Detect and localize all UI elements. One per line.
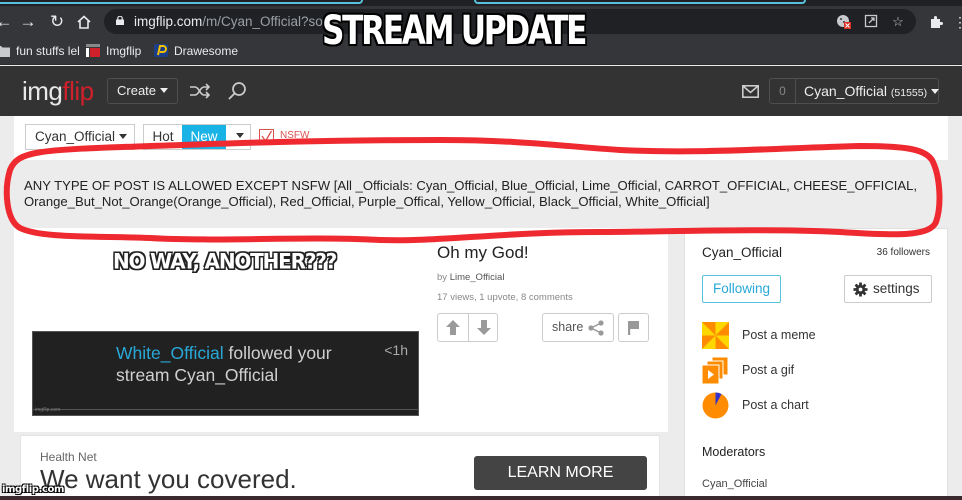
sort-new-button[interactable]: New — [182, 125, 226, 149]
gear-icon — [853, 282, 868, 297]
ad-headline: We want you covered. — [40, 464, 297, 494]
screenshot: ← → ↻ imgflip.com/m/Cyan_Official?sort= … — [0, 0, 962, 500]
lock-icon — [116, 16, 124, 25]
sort-hot-button[interactable]: Hot — [144, 125, 182, 149]
post-stats: 17 views, 1 upvote, 8 comments — [437, 292, 573, 303]
puzzle-icon[interactable] — [926, 12, 946, 32]
moderator-link[interactable]: Cyan_Official — [702, 478, 767, 490]
vote-buttons — [437, 313, 498, 342]
site-header: imgflip Create 0 Cyan_Official (51555) — [0, 66, 962, 116]
upvote-button[interactable] — [438, 314, 468, 341]
notification-screenshot: White_Official followed your stream Cyan… — [32, 331, 419, 416]
post-gif-option[interactable]: Post a gif — [702, 357, 794, 384]
stream-name: Cyan_Official — [702, 245, 783, 260]
flag-icon — [628, 321, 639, 335]
post-title[interactable]: Oh my God! — [437, 243, 529, 263]
bookmark-imgflip[interactable]: Imgflip — [86, 42, 141, 60]
sort-more-button[interactable] — [226, 125, 250, 149]
bookmark-label: Drawesome — [174, 44, 239, 58]
overlay-title: STREAM UPDATE — [322, 8, 587, 54]
reload-icon[interactable]: ↻ — [47, 12, 67, 32]
folder-icon — [0, 46, 10, 57]
post-meme-option[interactable]: Post a meme — [702, 322, 816, 349]
bottom-edge — [0, 496, 962, 500]
share-icon — [588, 320, 604, 336]
chevron-down-icon — [160, 88, 169, 93]
menu-kebab-icon[interactable]: ⋮ — [950, 12, 962, 32]
image-watermark: imgflip.com — [35, 407, 61, 413]
post-author-link[interactable]: Lime_Official — [450, 272, 505, 283]
meme-image[interactable]: NO WAY, ANOTHER??? White_Official follow… — [20, 236, 420, 418]
divider — [33, 409, 418, 410]
stream-select[interactable]: Cyan_Official — [25, 124, 135, 150]
star-icon[interactable]: ☆ — [890, 14, 906, 30]
arrow-down-icon — [477, 320, 491, 335]
open-external-icon[interactable] — [863, 14, 879, 30]
pinwheel-icon — [702, 322, 729, 349]
mail-icon[interactable] — [742, 85, 759, 98]
bookmark-folder[interactable]: fun stuffs lel — [0, 42, 80, 60]
ad-brand: Health Net — [40, 450, 97, 464]
notification-text: White_Official followed your stream Cyan… — [116, 343, 332, 385]
url-text: imgflip.com/m/Cyan_Official?sort= — [134, 14, 339, 29]
post-chart-option[interactable]: Post a chart — [702, 392, 809, 419]
learn-more-button[interactable]: LEARN MORE — [474, 456, 647, 490]
notification-count[interactable]: 0 — [769, 78, 796, 104]
shuffle-icon[interactable] — [189, 80, 211, 102]
bookmark-label: fun stuffs lel — [16, 44, 80, 58]
stream-sidebar: Cyan_Official 36 followers Following set… — [684, 228, 948, 500]
pie-chart-icon — [702, 392, 729, 419]
share-button[interactable]: share — [542, 313, 614, 342]
follower-count[interactable]: 36 followers — [877, 247, 930, 258]
back-icon[interactable]: ← — [0, 12, 14, 32]
user-points: (51555) — [890, 87, 928, 99]
chevron-down-icon — [119, 134, 128, 139]
sort-toggle: Hot New — [143, 124, 251, 150]
search-icon[interactable] — [226, 80, 248, 102]
following-button[interactable]: Following — [702, 275, 781, 303]
notification-time: <1h — [384, 342, 408, 358]
bookmark-label: Imgflip — [106, 44, 142, 58]
imgflip-logo[interactable]: imgflip — [22, 76, 94, 107]
downvote-button[interactable] — [468, 314, 498, 341]
arrow-up-icon — [446, 320, 460, 335]
settings-button[interactable]: settings — [844, 275, 932, 303]
home-icon[interactable] — [74, 12, 94, 32]
chevron-down-icon — [931, 89, 940, 94]
nsfw-label: NSFW — [280, 130, 310, 141]
chevron-down-icon — [236, 133, 244, 138]
bookmark-drawesome[interactable]: Drawesome — [154, 42, 238, 60]
flag-button[interactable] — [618, 313, 649, 342]
forward-icon[interactable]: → — [18, 12, 38, 32]
browser-tab[interactable] — [0, 0, 363, 4]
meme-caption: NO WAY, ANOTHER??? — [113, 248, 337, 274]
drawesome-favicon — [154, 44, 168, 57]
cookie-blocked-icon[interactable] — [836, 14, 852, 30]
moderators-heading: Moderators — [702, 445, 766, 459]
post-author-line: by Lime_Official — [437, 272, 505, 283]
create-button[interactable]: Create — [107, 78, 178, 104]
imgflip-watermark: imgflip.com — [2, 484, 64, 495]
imgflip-favicon — [86, 44, 100, 57]
checkmark-icon — [261, 130, 273, 143]
browser-tab-active[interactable] — [474, 0, 806, 4]
user-menu-button[interactable]: Cyan_Official (51555) — [795, 78, 940, 104]
gif-stack-icon — [702, 357, 729, 384]
stream-description: ANY TYPE OF POST IS ALLOWED EXCEPT NSFW … — [24, 178, 918, 209]
nsfw-checkbox[interactable] — [259, 129, 274, 144]
advertisement[interactable]: Health Net We want you covered. LEARN MO… — [20, 435, 660, 500]
